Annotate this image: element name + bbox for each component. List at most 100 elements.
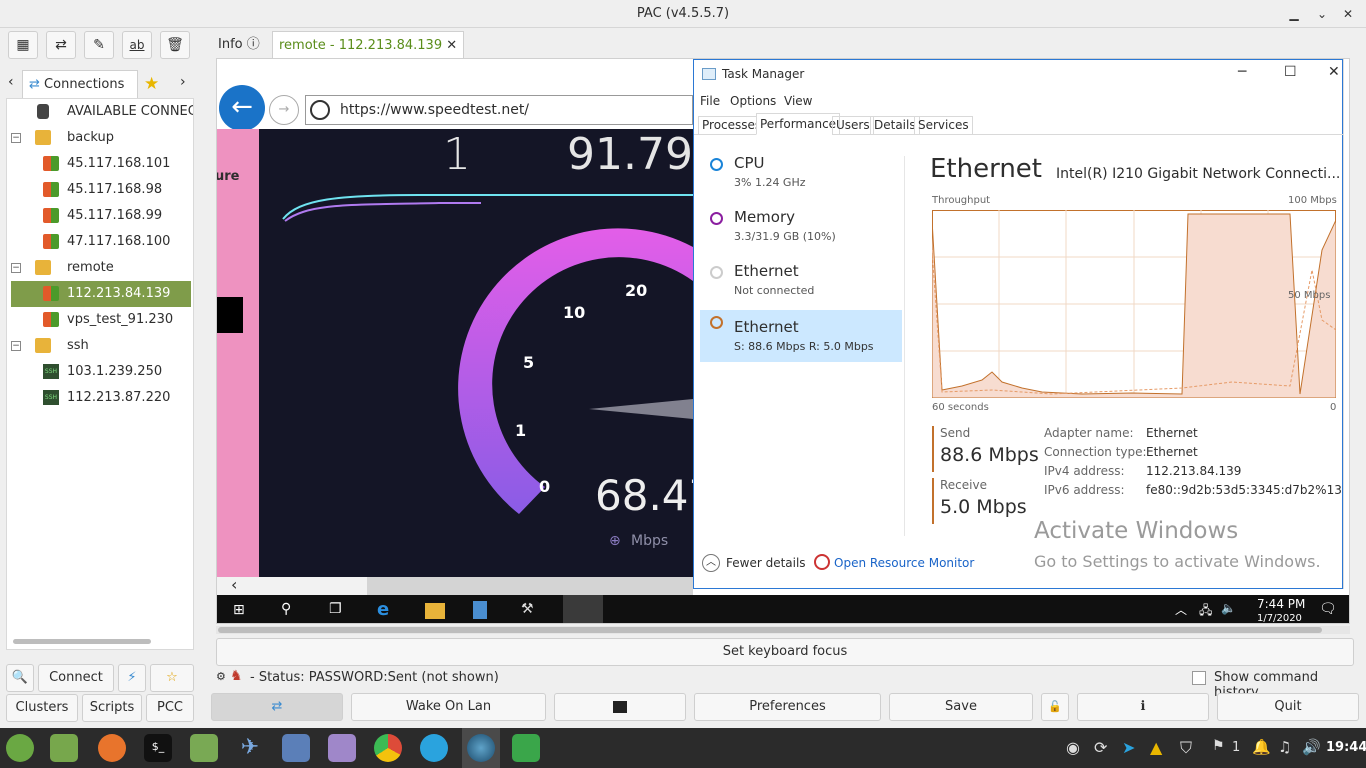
search-icon[interactable]: ⚲ <box>281 601 291 617</box>
tray-workspace-icon[interactable]: ⚑ <box>1212 738 1225 754</box>
quick-connect-button[interactable]: ⚡ <box>118 664 146 692</box>
tree-folder-remote[interactable]: − remote <box>7 255 193 281</box>
task-view-icon[interactable]: ❐ <box>329 601 342 617</box>
url-bar[interactable]: https://www.speedtest.net/ <box>305 95 693 125</box>
save-button[interactable]: Save <box>889 693 1033 721</box>
task-manager-taskbar-icon[interactable] <box>563 595 603 623</box>
show-desktop-icon[interactable] <box>50 734 78 762</box>
windows-start-icon[interactable]: ⊞ <box>233 602 245 618</box>
tray-sync-icon[interactable]: ⟳ <box>1094 738 1107 757</box>
wake-on-lan-button[interactable]: Wake On Lan <box>351 693 546 721</box>
side-button[interactable] <box>217 297 243 333</box>
tm-menu-options[interactable]: Options <box>730 94 776 108</box>
tab-pcc[interactable]: PCC <box>146 694 194 722</box>
search-button[interactable]: 🔍 <box>6 664 34 692</box>
tab-connections[interactable]: ⇄ Connections <box>22 70 138 98</box>
file-explorer-icon[interactable] <box>425 603 445 619</box>
perf-item-cpu[interactable]: CPU 3% 1.24 GHz <box>700 152 902 204</box>
tree-item[interactable]: SSH 112.213.87.220 <box>7 385 193 411</box>
tree-item[interactable]: vps_test_91.230 <box>7 307 193 333</box>
tm-tab-performance[interactable]: Performance <box>756 113 841 135</box>
tray-shield-icon[interactable]: ⛉ <box>1180 738 1192 758</box>
terminal-icon[interactable]: $_ <box>144 734 172 762</box>
tm-minimize-icon[interactable]: ─ <box>1238 64 1246 80</box>
about-button[interactable]: ℹ <box>1077 693 1209 721</box>
tree-root[interactable]: AVAILABLE CONNECTIONS <box>7 99 193 125</box>
forward-icon[interactable]: → <box>269 95 299 125</box>
close-tab-icon[interactable]: ✕ <box>446 38 457 53</box>
remote-hscroll-thumb[interactable] <box>218 627 1322 633</box>
perf-item-memory[interactable]: Memory 3.3/31.9 GB (10%) <box>700 206 902 258</box>
tm-tab-services[interactable]: Services <box>914 116 973 135</box>
collapse-icon[interactable]: − <box>11 263 21 273</box>
back-icon[interactable]: ← <box>219 85 265 131</box>
set-keyboard-focus-button[interactable]: Set keyboard focus <box>216 638 1354 666</box>
terminal-button[interactable] <box>554 693 686 721</box>
tm-menu-file[interactable]: File <box>700 94 720 108</box>
add-connection-icon[interactable]: ▦ <box>8 31 38 59</box>
tree-item[interactable]: 47.117.168.100 <box>7 229 193 255</box>
delete-icon[interactable]: 🗑 <box>160 31 190 59</box>
pac-icon[interactable] <box>467 734 495 762</box>
fewer-details-link[interactable]: Fewer details <box>726 556 806 570</box>
remote-vscroll[interactable] <box>1343 59 1349 589</box>
tm-tab-users[interactable]: Users <box>832 116 874 135</box>
favourite-button[interactable]: ☆ <box>150 664 194 692</box>
tree-item[interactable]: SSH 103.1.239.250 <box>7 359 193 385</box>
tm-close-icon[interactable]: ✕ <box>1328 64 1340 80</box>
tree-folder-backup[interactable]: − backup <box>7 125 193 151</box>
tray-volume-icon[interactable]: 🔊 <box>1302 738 1321 756</box>
remote-hscroll[interactable] <box>216 626 1350 634</box>
collapse-icon[interactable]: − <box>11 133 21 143</box>
perf-item-ethernet-1[interactable]: Ethernet Not connected <box>700 260 902 312</box>
mail-icon[interactable] <box>282 734 310 762</box>
tree-scrollbar[interactable] <box>13 639 151 644</box>
toggle-tree-button[interactable]: ⇄ <box>211 693 343 721</box>
internet-explorer-icon[interactable]: e <box>377 599 389 620</box>
tree-item-selected[interactable]: 112.213.84.139 <box>11 281 191 307</box>
open-resource-monitor-link[interactable]: Open Resource Monitor <box>834 556 974 570</box>
tabs-left-arrow-icon[interactable]: ‹ <box>8 74 20 94</box>
tools-icon[interactable]: ⚒ <box>521 601 534 617</box>
text-editor-icon[interactable] <box>328 734 356 762</box>
files-icon[interactable] <box>190 734 218 762</box>
edit-icon[interactable]: ✎ <box>84 31 114 59</box>
tm-menu-view[interactable]: View <box>784 94 812 108</box>
tree-item[interactable]: 45.117.168.101 <box>7 151 193 177</box>
collapse-icon[interactable]: − <box>11 341 21 351</box>
add-group-icon[interactable]: ⇄ <box>46 31 76 59</box>
firefox-icon[interactable] <box>98 734 126 762</box>
spreadsheet-icon[interactable] <box>512 734 540 762</box>
tab-scripts[interactable]: Scripts <box>82 694 142 722</box>
lock-button[interactable]: 🔓 <box>1041 693 1069 721</box>
restore-icon[interactable]: ⌄ <box>1312 4 1332 24</box>
tray-telegram-icon[interactable]: ➤ <box>1122 738 1135 757</box>
tray-notification-icon[interactable]: 🔔 <box>1252 738 1271 756</box>
preferences-button[interactable]: Preferences <box>694 693 881 721</box>
tab-remote[interactable]: remote - 112.213.84.139 ✕ <box>272 31 465 58</box>
tray-music-icon[interactable]: ♫ <box>1278 738 1291 756</box>
connect-button[interactable]: Connect <box>38 664 114 692</box>
tree-item[interactable]: 45.117.168.98 <box>7 177 193 203</box>
perf-item-ethernet-2[interactable]: Ethernet S: 88.6 Mbps R: 5.0 Mbps <box>700 310 902 362</box>
remote-desktop[interactable]: ← → https://www.speedtest.net/ ure 1 91.… <box>216 58 1350 624</box>
tray-network-icon[interactable]: ◉ <box>1066 738 1080 757</box>
tab-info[interactable]: Info ⓘ <box>212 31 266 58</box>
rename-icon[interactable]: ab <box>122 31 152 59</box>
server-manager-icon[interactable] <box>473 601 487 619</box>
quit-button[interactable]: Quit <box>1217 693 1359 721</box>
chevron-up-icon[interactable]: ︿ <box>702 554 720 572</box>
browser-hscroll[interactable]: ‹ <box>217 575 693 595</box>
mint-menu-icon[interactable] <box>6 734 34 762</box>
tree-item[interactable]: 45.117.168.99 <box>7 203 193 229</box>
favourites-tab-icon[interactable]: ★ <box>144 74 159 94</box>
volume-icon[interactable]: 🔈 <box>1221 601 1236 615</box>
tree-folder-ssh[interactable]: − ssh <box>7 333 193 359</box>
close-icon[interactable]: ✕ <box>1338 4 1358 24</box>
remmina-icon[interactable]: ✈ <box>236 734 264 762</box>
minimize-icon[interactable]: ▁ <box>1284 4 1304 24</box>
tm-maximize-icon[interactable]: ☐ <box>1284 64 1297 80</box>
tray-chevron-icon[interactable]: ︿ <box>1175 601 1187 618</box>
chrome-icon[interactable] <box>374 734 402 762</box>
hscroll-thumb[interactable] <box>367 577 693 595</box>
